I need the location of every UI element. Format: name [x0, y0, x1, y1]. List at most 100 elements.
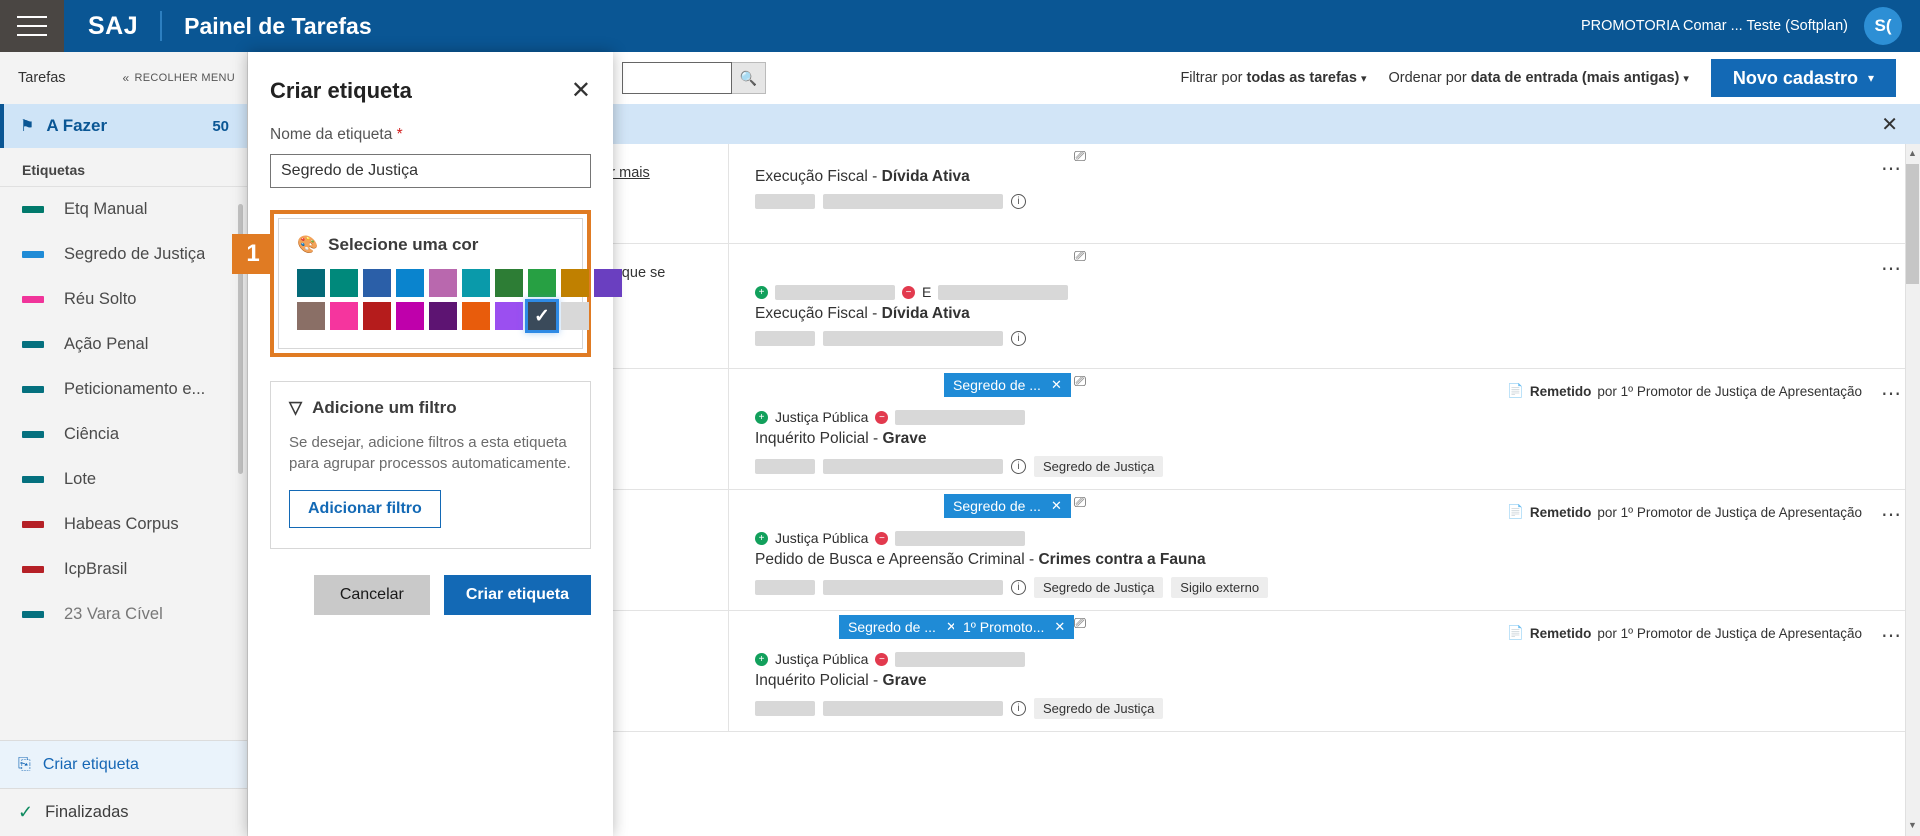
- palette-icon: 🎨: [297, 235, 318, 255]
- sidebar-tag-item[interactable]: 23 Vara Cível: [0, 592, 247, 637]
- task-tag-label: 1º Promoto...: [963, 619, 1044, 635]
- close-icon[interactable]: ✕: [1051, 377, 1062, 393]
- close-icon[interactable]: ✕: [1054, 619, 1065, 635]
- color-swatch[interactable]: [330, 302, 358, 330]
- color-swatch[interactable]: [594, 269, 622, 297]
- task-tag-chip[interactable]: Segredo de ...✕: [944, 494, 1071, 518]
- close-icon[interactable]: ✕: [1051, 498, 1062, 514]
- task-tag-chip-2[interactable]: 1º Promoto... ✕: [954, 615, 1074, 639]
- color-swatch[interactable]: [495, 269, 523, 297]
- task-tag-chip[interactable]: Segredo de ... ✕: [944, 373, 1071, 397]
- cancel-button[interactable]: Cancelar: [314, 575, 430, 615]
- tag-label: Réu Solto: [64, 290, 136, 309]
- sidebar-item-criar-etiqueta[interactable]: ⎘ Criar etiqueta: [0, 740, 247, 788]
- sidebar-tag-item[interactable]: Segredo de Justiça: [0, 232, 247, 277]
- check-icon: ✓: [528, 302, 556, 330]
- color-swatch[interactable]: ✓: [528, 302, 556, 330]
- color-swatch[interactable]: [396, 302, 424, 330]
- task-tag-label: Segredo de ...: [953, 377, 1041, 393]
- redacted-text: [823, 331, 1003, 346]
- filter-card: ▽ Adicione um filtro Se desejar, adicion…: [270, 381, 591, 549]
- sidebar-tag-item[interactable]: Ciência: [0, 412, 247, 457]
- avatar[interactable]: S(: [1864, 7, 1902, 45]
- color-swatch[interactable]: [462, 302, 490, 330]
- color-swatch[interactable]: [396, 269, 424, 297]
- sidebar-tag-item[interactable]: Etq Manual: [0, 187, 247, 232]
- color-swatch[interactable]: [297, 269, 325, 297]
- scroll-up-arrow-icon[interactable]: ▲: [1906, 148, 1919, 164]
- sidebar-tag-item[interactable]: Peticionamento e...: [0, 367, 247, 412]
- info-icon[interactable]: i: [1011, 194, 1026, 209]
- modal-footer: Cancelar Criar etiqueta: [248, 549, 613, 615]
- party-name: Justiça Pública: [775, 651, 868, 667]
- collapse-menu-button[interactable]: « RECOLHER MENU: [123, 71, 235, 85]
- redacted-text: [823, 194, 1003, 209]
- color-swatch[interactable]: [528, 269, 556, 297]
- filter-dropdown[interactable]: Filtrar por todas as tarefas▾: [1180, 70, 1366, 86]
- sidebar-item-a-fazer[interactable]: ⚑ A Fazer 50: [0, 104, 247, 148]
- scroll-down-arrow-icon[interactable]: ▼: [1906, 820, 1919, 836]
- add-tag-icon[interactable]: ⎚: [1074, 248, 1086, 265]
- row-menu-button[interactable]: ⋯: [1881, 256, 1902, 281]
- color-swatch[interactable]: [363, 302, 391, 330]
- color-swatch[interactable]: [363, 269, 391, 297]
- minus-circle-icon: −: [902, 286, 915, 299]
- document-icon: 📄: [1507, 383, 1524, 399]
- sidebar-tag-item[interactable]: Ação Penal: [0, 322, 247, 367]
- tag-name-input[interactable]: Segredo de Justiça: [270, 154, 591, 188]
- task-chip: Sigilo externo: [1171, 577, 1268, 598]
- tag-label: Lote: [64, 470, 96, 489]
- row-menu-button[interactable]: ⋯: [1881, 623, 1902, 648]
- create-tag-button[interactable]: Criar etiqueta: [444, 575, 591, 615]
- add-tag-icon[interactable]: ⎚: [1074, 148, 1086, 165]
- search-input[interactable]: [622, 62, 732, 94]
- color-swatch[interactable]: [429, 269, 457, 297]
- info-icon[interactable]: i: [1011, 580, 1026, 595]
- color-swatch[interactable]: [330, 269, 358, 297]
- color-swatch[interactable]: [429, 302, 457, 330]
- sidebar-tag-item[interactable]: Habeas Corpus: [0, 502, 247, 547]
- add-tag-icon[interactable]: ⎚: [1074, 373, 1086, 390]
- plus-circle-icon: +: [755, 653, 768, 666]
- sidebar-tag-item[interactable]: Lote: [0, 457, 247, 502]
- info-icon[interactable]: i: [1011, 701, 1026, 716]
- search-button[interactable]: 🔍: [732, 62, 766, 94]
- close-icon[interactable]: ✕: [1881, 112, 1898, 137]
- sidebar-tag-item[interactable]: Réu Solto: [0, 277, 247, 322]
- process-subtype: Grave: [883, 672, 927, 689]
- color-swatch[interactable]: [561, 302, 589, 330]
- main-scrollbar-thumb[interactable]: [1906, 164, 1919, 284]
- party-name: Justiça Pública: [775, 409, 868, 425]
- info-icon[interactable]: i: [1011, 459, 1026, 474]
- chevron-down-icon: ▾: [1361, 73, 1367, 85]
- close-icon[interactable]: ✕: [571, 79, 591, 103]
- new-cadastro-button[interactable]: Novo cadastro ▾: [1711, 59, 1896, 97]
- user-name-label: PROMOTORIA Comar ... Teste (Softplan): [1581, 18, 1864, 34]
- color-swatch[interactable]: [462, 269, 490, 297]
- color-swatch[interactable]: [561, 269, 589, 297]
- redacted-text: [895, 531, 1025, 546]
- sort-dropdown[interactable]: Ordenar por data de entrada (mais antiga…: [1388, 70, 1688, 86]
- sort-prefix: Ordenar por: [1388, 70, 1470, 86]
- sidebar-tag-item[interactable]: IcpBrasil: [0, 547, 247, 592]
- menu-toggle-button[interactable]: [0, 0, 64, 52]
- row-menu-button[interactable]: ⋯: [1881, 156, 1902, 181]
- color-swatch[interactable]: [495, 302, 523, 330]
- row-menu-button[interactable]: ⋯: [1881, 502, 1902, 527]
- add-tag-icon[interactable]: ⎚: [1074, 494, 1086, 511]
- add-filter-button[interactable]: Adicionar filtro: [289, 490, 441, 528]
- task-tag-chip[interactable]: Segredo de ...✕: [839, 615, 966, 639]
- row-menu-button[interactable]: ⋯: [1881, 381, 1902, 406]
- tag-label: Ação Penal: [64, 335, 148, 354]
- tag-label: Ciência: [64, 425, 119, 444]
- filter-value: todas as tarefas: [1247, 70, 1357, 86]
- redacted-text: [755, 580, 815, 595]
- add-tag-icon[interactable]: ⎚: [1074, 615, 1086, 632]
- process-subtype: Grave: [883, 430, 927, 447]
- info-icon[interactable]: i: [1011, 331, 1026, 346]
- chevron-left-double-icon: «: [123, 71, 130, 85]
- color-swatch[interactable]: [297, 302, 325, 330]
- sidebar-item-finalizadas[interactable]: ✓ Finalizadas: [0, 788, 247, 836]
- tag-plus-icon: ⎘: [18, 756, 31, 774]
- redacted-text: [775, 285, 895, 300]
